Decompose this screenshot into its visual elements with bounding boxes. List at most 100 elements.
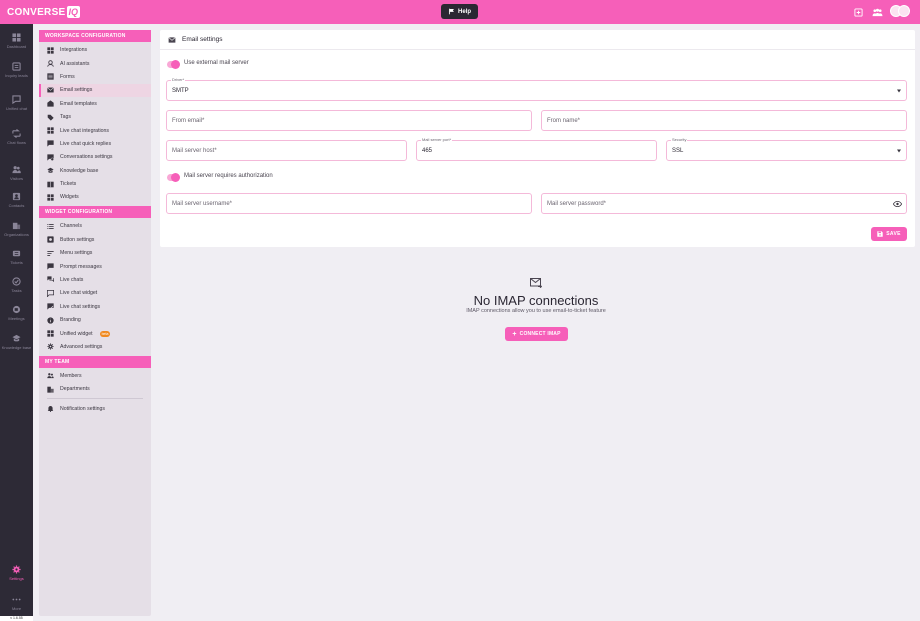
sidebar-item-widgets[interactable]: Widgets <box>39 191 151 204</box>
app-root: CONVERSE IQ Help Dashboard Inquiry leads… <box>0 0 920 621</box>
sidebar-item-email-settings[interactable]: Email settings <box>39 83 151 98</box>
sidebar-item-email-templates[interactable]: Email templates <box>39 97 151 110</box>
mail-server-host-field[interactable]: Mail server host* <box>166 140 407 161</box>
sidebar-item-knowledge-base[interactable]: Knowledge base <box>39 164 151 177</box>
building-icon <box>47 386 54 393</box>
from-name-field[interactable]: From name* <box>541 110 907 131</box>
dashboard-icon <box>12 32 22 42</box>
rail-item-more[interactable]: More <box>0 594 33 611</box>
mail-icon <box>168 36 176 43</box>
rail-item-tickets[interactable]: Tickets <box>0 248 33 265</box>
rail-item-dashboard[interactable]: Dashboard <box>0 32 33 49</box>
sidebar-item-members[interactable]: Members <box>39 369 151 382</box>
contacts-icon <box>12 191 22 201</box>
rail-item-settings[interactable]: Settings <box>0 564 33 581</box>
sidebar-item-tickets[interactable]: Tickets <box>39 177 151 190</box>
sidebar-item-channels[interactable]: Channels <box>39 220 151 233</box>
rail-item-chat-flows[interactable]: Chat flows <box>0 128 33 145</box>
rail-item-knowledge-base[interactable]: Knowledge base <box>0 333 33 350</box>
info-icon <box>47 316 54 324</box>
quick-reply-icon <box>47 140 54 148</box>
gear-icon <box>47 343 54 351</box>
rail-label: Tasks <box>11 288 22 293</box>
sidebar-item-label: Members <box>60 372 82 379</box>
requires-auth-toggle[interactable] <box>167 173 180 182</box>
menu-icon <box>47 250 54 257</box>
user-avatars[interactable] <box>890 5 910 19</box>
sidebar-item-live-chat-widget[interactable]: Live chat widget <box>39 287 151 300</box>
rail-item-contacts[interactable]: Contacts <box>0 191 33 208</box>
rail-item-visitors[interactable]: Visitors <box>0 164 33 181</box>
eye-icon[interactable] <box>893 200 902 207</box>
sidebar-item-departments[interactable]: Departments <box>39 382 151 395</box>
sidebar-item-advanced-settings[interactable]: Advanced settings <box>39 340 151 353</box>
connect-imap-button[interactable]: + CONNECT IMAP <box>505 327 568 341</box>
sidebar-item-live-chat-integrations[interactable]: Live chat integrations <box>39 124 151 137</box>
sidebar-item-notification-settings[interactable]: Notification settings <box>39 402 151 415</box>
sidebar-item-label: AI assistants <box>60 60 90 67</box>
sidebar-item-branding[interactable]: Branding <box>39 313 151 326</box>
section-header-team: MY TEAM <box>39 355 151 368</box>
use-external-server-toggle[interactable] <box>167 60 180 69</box>
flag-icon <box>448 8 454 15</box>
sidebar-item-label: Email settings <box>60 87 93 94</box>
imap-empty-state: No IMAP connections IMAP connections all… <box>436 278 636 315</box>
mail-server-port-field[interactable]: Mail server port* 465 <box>416 137 657 161</box>
app-logo[interactable]: CONVERSE IQ <box>7 4 81 20</box>
sidebar-item-live-chats[interactable]: Live chats <box>39 273 151 286</box>
sidebar-item-ai-assistants[interactable]: AI assistants <box>39 57 151 70</box>
rail-label: More <box>11 606 22 611</box>
rail-label: Knowledge base <box>1 345 32 350</box>
add-icon[interactable] <box>852 6 864 18</box>
chevron-down-icon <box>897 89 901 92</box>
rail-item-tasks[interactable]: Tasks <box>0 276 33 293</box>
driver-select[interactable]: Driver* SMTP <box>166 77 907 101</box>
save-label: SAVE <box>886 231 901 237</box>
rail-item-inquiry-leads[interactable]: Inquiry leads <box>0 61 33 78</box>
sidebar-item-unified-widget[interactable]: Unified widget beta <box>39 327 151 340</box>
rail-label: Dashboard <box>6 44 27 49</box>
sidebar-item-label: Live chat widget <box>60 290 98 297</box>
sidebar-item-label: Notification settings <box>60 405 105 412</box>
sidebar-item-button-settings[interactable]: Button settings <box>39 233 151 246</box>
email-settings-card: Email settings <box>160 30 915 247</box>
visitors-icon <box>12 164 22 174</box>
sidebar-item-conversations-settings[interactable]: Conversations settings <box>39 151 151 164</box>
port-label: Mail server port* <box>421 137 453 142</box>
sidebar-item-live-chat-settings[interactable]: Live chat settings <box>39 300 151 313</box>
rail-label: Contacts <box>8 203 25 208</box>
security-select[interactable]: Security SSL <box>666 137 907 161</box>
sidebar-item-live-chat-quick-replies[interactable]: Live chat quick replies <box>39 137 151 150</box>
sidebar-item-forms[interactable]: Forms <box>39 70 151 83</box>
section-header-widget: WIDGET CONFIGURATION <box>39 206 151 219</box>
sidebar-item-prompt-messages[interactable]: Prompt messages <box>39 260 151 273</box>
from-email-field[interactable]: From email* <box>166 110 532 131</box>
requires-auth-label: Mail server requires authorization <box>184 173 273 179</box>
save-button[interactable]: SAVE <box>871 227 907 241</box>
rail-item-organizations[interactable]: Organizations <box>0 220 33 237</box>
help-button[interactable]: Help <box>441 4 478 19</box>
conversation-icon <box>47 154 54 161</box>
tag-icon <box>47 114 54 121</box>
sidebar-item-label: Integrations <box>60 47 88 54</box>
sidebar-item-menu-settings[interactable]: Menu settings <box>39 246 151 259</box>
mail-arrow-icon <box>530 278 542 288</box>
live-chats-icon <box>47 276 54 283</box>
sidebar-item-tags[interactable]: Tags <box>39 110 151 123</box>
from-name-placeholder: From name* <box>547 117 581 124</box>
sidebar-item-label: Advanced settings <box>60 343 103 350</box>
beta-badge: beta <box>99 330 111 337</box>
security-value: SSL <box>672 147 684 154</box>
mail-server-username-field[interactable]: Mail server username* <box>166 193 532 214</box>
rail-label: Visitors <box>9 176 24 181</box>
sidebar-item-integrations[interactable]: Integrations <box>39 44 151 57</box>
mail-server-password-field[interactable]: Mail server password* <box>541 193 907 214</box>
rail-item-meetings[interactable]: Meetings <box>0 304 33 321</box>
sidebar-item-label: Widgets <box>60 194 79 201</box>
rail-item-unified-chat[interactable]: Unified chat <box>0 94 33 111</box>
team-icon[interactable] <box>871 6 883 18</box>
rail-label: Chat flows <box>7 140 26 145</box>
sidebar-item-label: Channels <box>60 223 82 230</box>
integrations-icon <box>47 47 54 54</box>
leads-icon <box>12 61 22 71</box>
